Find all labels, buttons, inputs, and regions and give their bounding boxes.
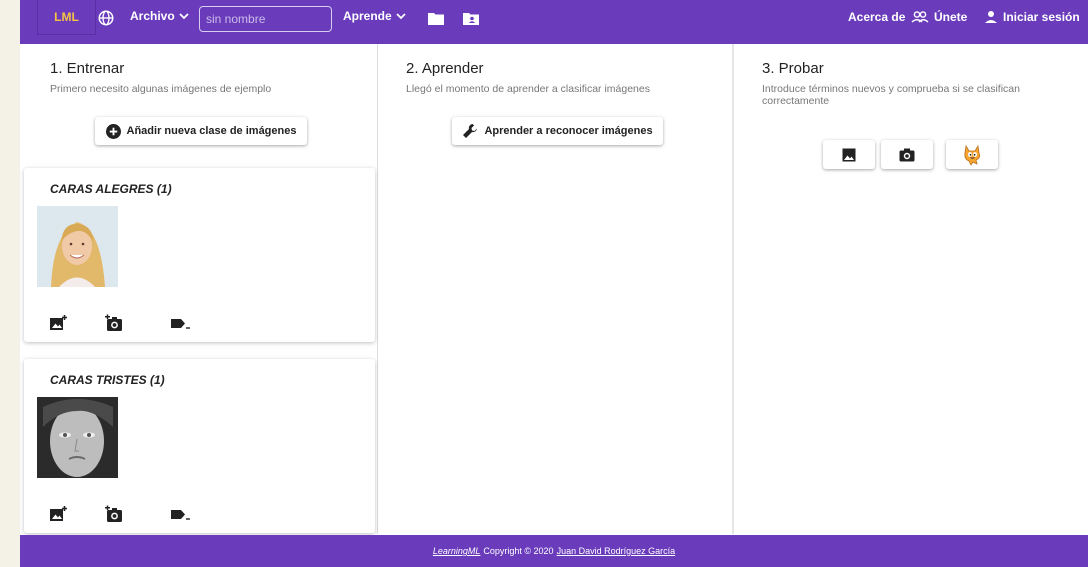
add-webcam-icon[interactable]: [104, 505, 126, 523]
login-label: Iniciar sesión: [1003, 10, 1080, 24]
archivo-label: Archivo: [130, 9, 175, 23]
add-class-button[interactable]: Añadir nueva clase de imágenes: [95, 117, 307, 145]
about-label: Acerca de: [848, 10, 906, 24]
about-link[interactable]: Acerca de: [848, 10, 905, 24]
scratch-button[interactable]: [946, 140, 998, 169]
test-title: 3. Probar: [762, 60, 824, 77]
join-label: Únete: [934, 10, 968, 24]
label-icon[interactable]: [170, 314, 192, 332]
train-subtitle: Primero necesito algunas imágenes de eje…: [50, 83, 272, 95]
test-webcam-button[interactable]: [881, 140, 933, 169]
sample-image-sad[interactable]: [37, 397, 118, 478]
learn-title: 2. Aprender: [406, 60, 484, 77]
camera-icon: [899, 148, 915, 161]
label-icon[interactable]: [170, 505, 192, 523]
chevron-down-icon: [396, 13, 406, 20]
brand-logo[interactable]: LML: [37, 0, 96, 35]
class-title[interactable]: CARAS TRISTES (1): [50, 373, 165, 387]
test-image-button[interactable]: [823, 140, 875, 169]
test-subtitle: Introduce términos nuevos y comprueba si…: [762, 83, 1020, 107]
people-icon: [911, 11, 929, 23]
app-link[interactable]: LearningML: [433, 546, 481, 556]
add-circle-icon: [105, 123, 121, 139]
learn-subtitle: Llegó el momento de aprender a clasifica…: [406, 83, 650, 95]
image-icon: [842, 148, 856, 161]
globe-icon[interactable]: [97, 9, 115, 27]
add-image-icon[interactable]: [49, 314, 71, 332]
shared-folder-icon[interactable]: [463, 11, 479, 25]
aprende-menu[interactable]: Aprende: [343, 9, 406, 23]
login-link[interactable]: Iniciar sesión: [984, 10, 1080, 24]
class-title[interactable]: CARAS ALEGRES (1): [50, 182, 172, 196]
aprende-label: Aprende: [343, 9, 392, 23]
project-name-input[interactable]: [199, 6, 332, 32]
top-bar: LML Archivo Aprende Acerca de: [20, 0, 1088, 44]
class-card-sad: CARAS TRISTES (1): [24, 359, 375, 533]
author-link[interactable]: Juan David Rodríguez García: [557, 546, 676, 556]
test-column: 3. Probar Introduce términos nuevos y co…: [736, 44, 1088, 534]
folder-icon[interactable]: [428, 11, 444, 25]
class-card-happy: CARAS ALEGRES (1): [24, 168, 375, 342]
wrench-icon: [463, 124, 478, 138]
train-column: 1. Entrenar Primero necesito algunas imá…: [20, 44, 378, 534]
train-title: 1. Entrenar: [50, 60, 125, 77]
scratch-cat-icon: [964, 144, 980, 166]
chevron-down-icon: [179, 13, 189, 20]
sample-image-happy[interactable]: [37, 206, 118, 287]
person-icon: [985, 11, 997, 23]
class-actions: [49, 314, 249, 334]
archivo-menu[interactable]: Archivo: [130, 9, 189, 23]
join-link[interactable]: Únete: [911, 10, 967, 24]
copyright-text: Copyright © 2020: [483, 546, 554, 556]
app: LML Archivo Aprende Acerca de: [20, 0, 1088, 567]
class-actions: [49, 505, 249, 525]
learn-column: 2. Aprender Llegó el momento de aprender…: [380, 44, 734, 534]
add-class-label: Añadir nueva clase de imágenes: [126, 125, 297, 137]
footer: LearningML Copyright © 2020 Juan David R…: [20, 535, 1088, 567]
learn-button[interactable]: Aprender a reconocer imágenes: [452, 117, 663, 145]
learn-label: Aprender a reconocer imágenes: [484, 125, 653, 137]
add-image-icon[interactable]: [49, 505, 71, 523]
add-webcam-icon[interactable]: [104, 314, 126, 332]
